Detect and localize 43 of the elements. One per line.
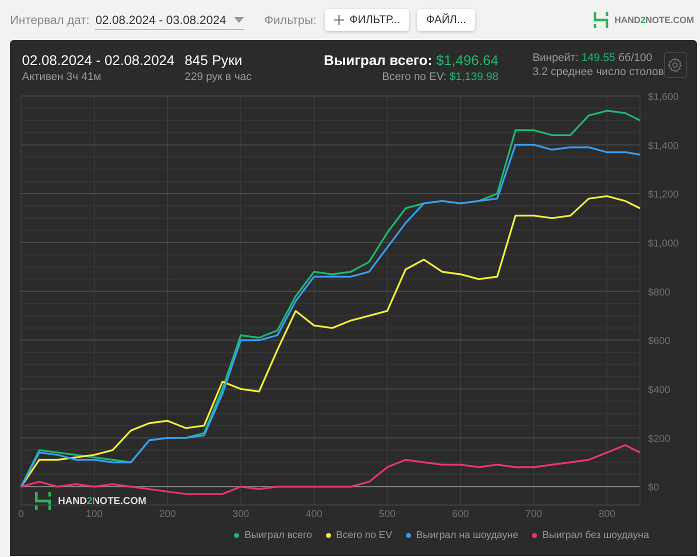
axis-label: $800: [648, 287, 670, 298]
axis-label: 100: [86, 509, 103, 520]
date-label: Интервал дат:: [10, 13, 90, 27]
axis-label: 700: [525, 509, 542, 520]
axis-label: $1,600: [648, 92, 679, 103]
legend-label[interactable]: Выиграл без шоудауна: [542, 530, 649, 541]
settings-button[interactable]: [664, 52, 687, 78]
settings-icon: [667, 57, 684, 73]
axis-label: 400: [306, 509, 322, 520]
average-tables: 3.2 среднее число столов: [532, 66, 664, 78]
axis-label: 300: [232, 509, 250, 520]
winrate: Винрейт: 149.55 бб/100: [532, 52, 654, 64]
date-dropdown[interactable]: 02.08.2024 - 03.08.2024: [95, 10, 244, 30]
file-button[interactable]: ФАЙЛ...: [417, 9, 476, 31]
axis-label: $200: [648, 434, 670, 445]
axis-label: 500: [378, 509, 396, 520]
total-won: Выиграл всего: $1,496.64: [324, 52, 498, 69]
logo-icon: [34, 491, 52, 511]
axis-label: $1,400: [648, 140, 679, 152]
filter-button[interactable]: ФИЛЬТР...: [324, 9, 410, 31]
hands-per-hour: 229 рук в час: [184, 71, 253, 83]
legend-label[interactable]: Всего по EV: [336, 530, 392, 541]
axis-label: 800: [598, 509, 616, 520]
logo-text: HAND2NOTE.COM: [614, 15, 694, 25]
legend-label[interactable]: Выиграл на шоудауне: [416, 530, 518, 541]
caret-icon: [234, 16, 244, 22]
ev-total: Всего по EV: $1,139.98: [382, 71, 498, 83]
axis-label: $0: [648, 482, 660, 494]
watermark-text: HAND2NOTE.COM: [58, 496, 146, 506]
active-time: Активен 3ч 41м: [22, 71, 102, 83]
axis-label: 200: [159, 509, 176, 520]
axis-label: 0: [18, 509, 24, 520]
hands-count: 845 Руки: [184, 52, 244, 69]
legend-label[interactable]: Выиграл всего: [244, 530, 312, 541]
filters-label: Фильтры:: [264, 13, 317, 27]
axis-label: $600: [648, 336, 670, 348]
axis-label: 600: [452, 509, 469, 520]
axis-label: $1,200: [648, 190, 679, 201]
plus-icon: [334, 15, 344, 25]
axis-label: $1,000: [648, 238, 679, 250]
axis-label: $400: [648, 385, 670, 396]
logo-icon: [593, 11, 610, 29]
date-range: 02.08.2024 - 02.08.2024: [22, 52, 176, 69]
